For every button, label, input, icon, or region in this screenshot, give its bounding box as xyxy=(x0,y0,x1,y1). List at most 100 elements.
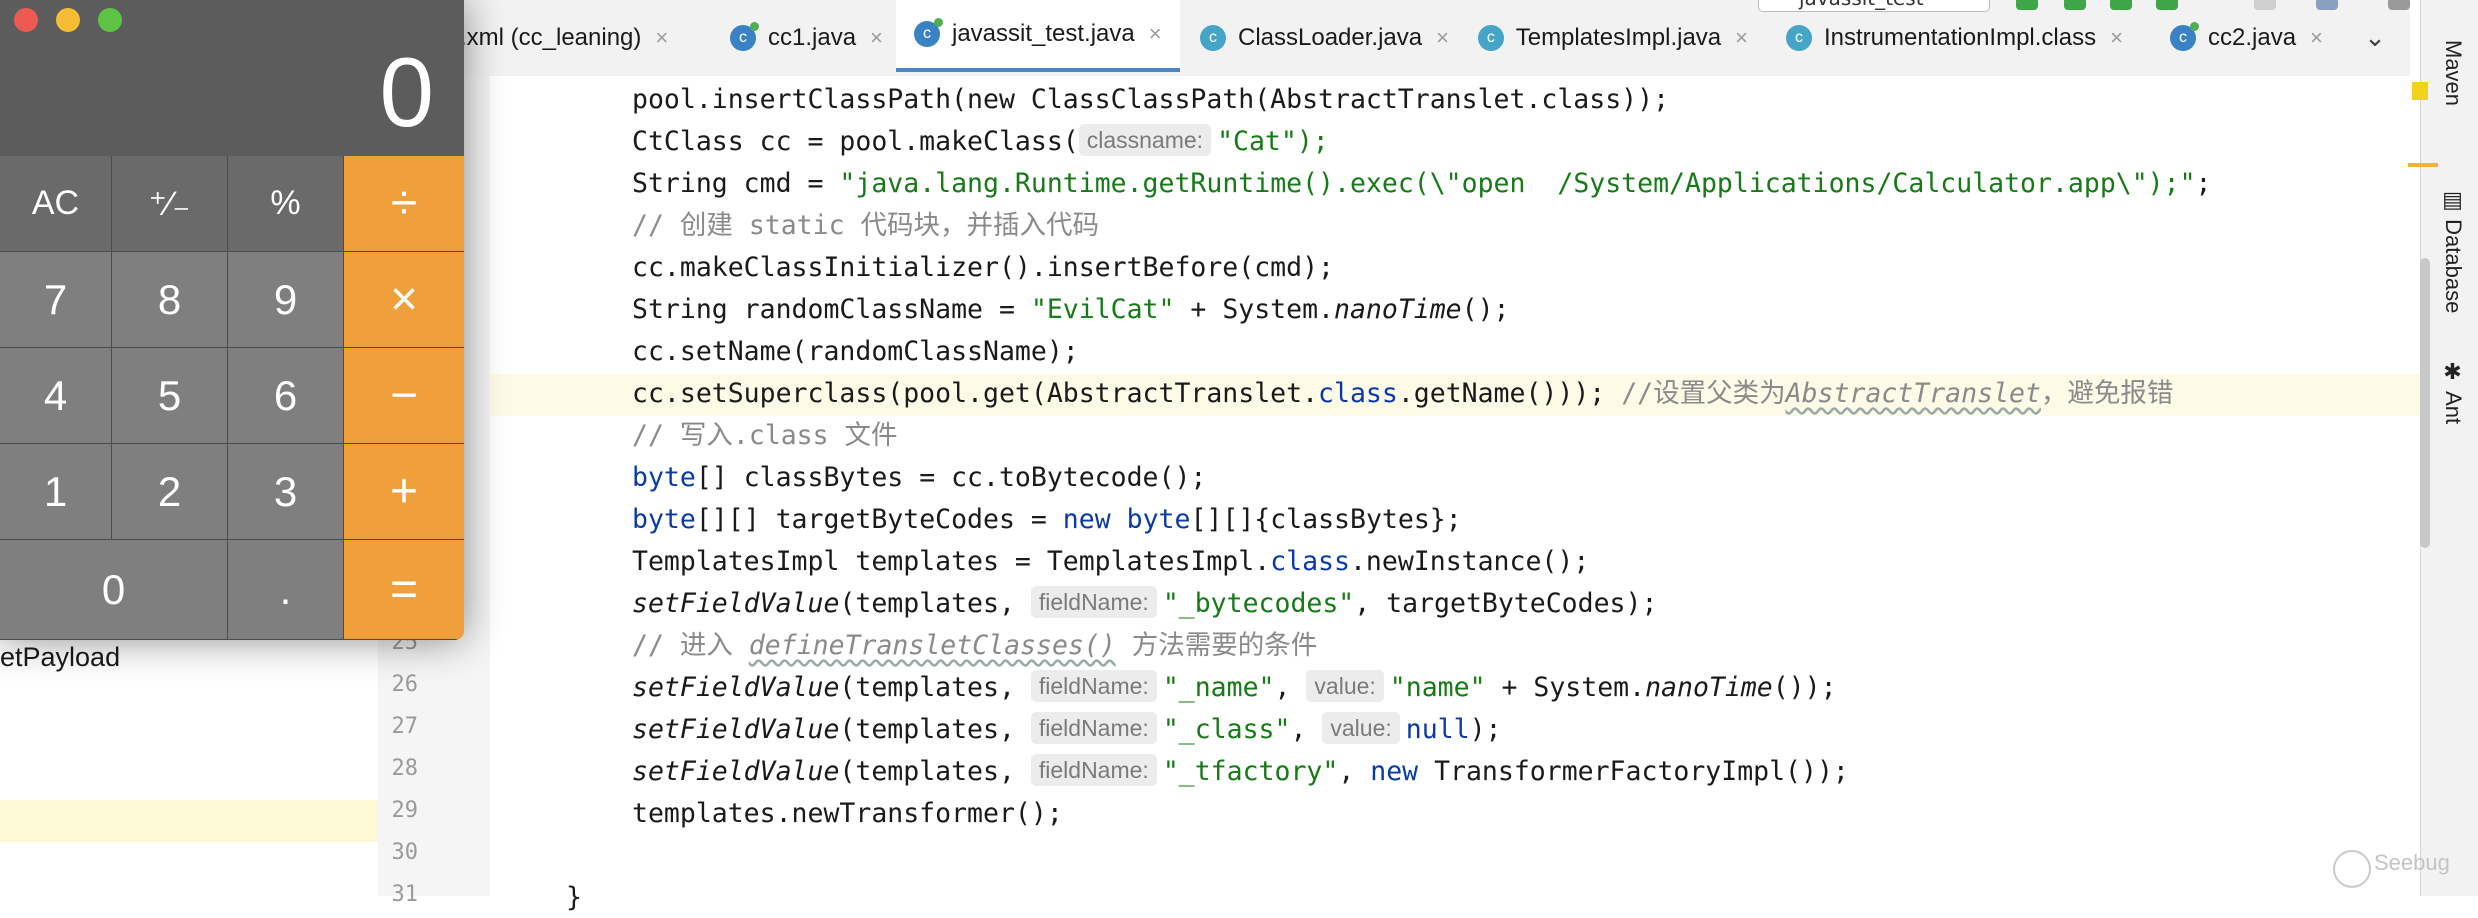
digit-3-key[interactable]: 3 xyxy=(228,444,344,540)
code-keyword: null xyxy=(1405,714,1470,745)
add-key[interactable]: + xyxy=(344,444,464,540)
digit-9-key[interactable]: 9 xyxy=(228,252,344,348)
digit-7-key[interactable]: 7 xyxy=(0,252,112,348)
code-line: setFieldValue(templates, fieldName: "_tfa… xyxy=(632,752,1849,792)
digit-5-key[interactable]: 5 xyxy=(112,348,228,444)
ant-icon: ✱ xyxy=(2441,360,2466,392)
close-window-button[interactable] xyxy=(14,8,38,32)
code-method: setFieldValue xyxy=(632,672,840,703)
tab-label: javassit_test.java xyxy=(952,20,1135,47)
code-string: "EvilCat" xyxy=(1030,294,1175,325)
tab-javassit-test-java[interactable]: c javassit_test.java × xyxy=(896,0,1180,72)
code-text: (templates, xyxy=(839,672,1031,703)
code-text: , targetByteCodes); xyxy=(1354,588,1658,619)
close-icon[interactable]: × xyxy=(1149,21,1162,47)
search-icon[interactable] xyxy=(2388,0,2410,10)
code-keyword: new xyxy=(1062,504,1111,535)
digit-0-key[interactable]: 0 xyxy=(0,540,228,640)
code-text: TransformerFactoryImpl()); xyxy=(1418,756,1849,787)
code-line: TemplatesImpl templates = TemplatesImpl.… xyxy=(632,542,1589,582)
digit-8-key[interactable]: 8 xyxy=(112,252,228,348)
code-text: , xyxy=(1290,714,1323,745)
editor-tab-bar: m.xml (cc_leaning) × c cc1.java × c java… xyxy=(440,0,2410,77)
project-tree-selected-row[interactable] xyxy=(0,800,378,842)
code-text: [][]{classBytes}; xyxy=(1190,504,1462,535)
code-line: cc.makeClassInitializer().insertBefore(c… xyxy=(632,248,1334,288)
code-string: "_bytecodes" xyxy=(1162,588,1355,619)
code-line: cc.setName(randomClassName); xyxy=(632,332,1079,372)
code-line: cc.setSuperclass(pool.get(AbstractTransl… xyxy=(632,374,2173,414)
code-text: templates.newTransformer(); xyxy=(632,798,1063,829)
close-icon[interactable]: × xyxy=(1735,25,1748,51)
code-method: setFieldValue xyxy=(632,714,840,745)
code-text: cc.setSuperclass(pool.get(AbstractTransl… xyxy=(632,378,1319,409)
code-text: CtClass cc = pool.makeClass( xyxy=(632,126,1079,157)
project-structure-icon[interactable] xyxy=(2316,0,2338,10)
divide-key[interactable]: ÷ xyxy=(344,156,464,252)
close-icon[interactable]: × xyxy=(1436,25,1449,51)
database-tool-button[interactable]: ▤ Database xyxy=(2440,188,2466,313)
code-line: setFieldValue(templates, fieldName: "_nam… xyxy=(632,668,1837,708)
line-number: 26 xyxy=(391,672,419,697)
code-text: } xyxy=(566,882,582,913)
compiled-class-icon: c xyxy=(1200,25,1226,51)
close-icon[interactable]: × xyxy=(2310,25,2323,51)
chevron-down-icon[interactable]: ⌄ xyxy=(2340,0,2410,76)
equals-key[interactable]: = xyxy=(344,540,464,640)
line-number: 29 xyxy=(391,798,419,823)
project-tree-item[interactable]: etPayload xyxy=(0,642,120,673)
inspection-status-marker[interactable] xyxy=(2412,82,2428,100)
zoom-window-button[interactable] xyxy=(98,8,122,32)
code-text: pool.insertClassPath(new ClassClassPath(… xyxy=(632,84,1670,115)
tab-cc1-java[interactable]: c cc1.java × xyxy=(730,0,896,76)
digit-6-key[interactable]: 6 xyxy=(228,348,344,444)
line-number: 28 xyxy=(391,756,419,781)
profile-icon[interactable] xyxy=(2156,0,2178,10)
code-method: setFieldValue xyxy=(632,756,840,787)
calculator-window[interactable]: 0 AC ⁺∕₋ % ÷ 7 8 9 × 4 5 6 − 1 2 3 + 0 .… xyxy=(0,0,464,640)
maven-tool-button[interactable]: Maven xyxy=(2440,40,2466,106)
code-text: (); xyxy=(1461,294,1510,325)
stop-icon[interactable] xyxy=(2254,0,2276,10)
decimal-key[interactable]: . xyxy=(228,540,344,640)
java-class-icon: c xyxy=(2170,22,2199,51)
plus-minus-key[interactable]: ⁺∕₋ xyxy=(112,156,228,252)
database-icon: ▤ xyxy=(2441,188,2466,220)
ant-tool-button[interactable]: ✱ Ant xyxy=(2440,360,2466,424)
code-text: ); xyxy=(1469,714,1502,745)
code-string: "_tfactory" xyxy=(1162,756,1339,787)
tab-classloader-java[interactable]: c ClassLoader.java × xyxy=(1200,0,1470,76)
code-text: TemplatesImpl templates = TemplatesImpl. xyxy=(632,546,1271,577)
code-text: String randomClassName = xyxy=(632,294,1031,325)
tab-cc2-java[interactable]: c cc2.java × xyxy=(2170,0,2340,76)
tab-label: ClassLoader.java xyxy=(1238,24,1423,51)
code-text: + System. xyxy=(1174,294,1334,325)
code-line: // 进入 defineTransletClasses() 方法需要的条件 xyxy=(632,626,1317,666)
run-configuration-select[interactable]: javassit_test xyxy=(1758,0,1990,12)
minimize-window-button[interactable] xyxy=(56,8,80,32)
close-icon[interactable]: × xyxy=(870,25,883,51)
close-icon[interactable]: × xyxy=(655,25,668,51)
percent-key[interactable]: % xyxy=(228,156,344,252)
editor-scrollbar[interactable] xyxy=(2420,258,2430,548)
code-string: "Cat"); xyxy=(1217,126,1329,157)
error-stripe-mark[interactable] xyxy=(2408,163,2438,167)
subtract-key[interactable]: − xyxy=(344,348,464,444)
tab-templatesimpl-java[interactable]: c TemplatesImpl.java × xyxy=(1478,0,1748,76)
run-icon[interactable] xyxy=(2016,0,2038,10)
digit-4-key[interactable]: 4 xyxy=(0,348,112,444)
code-text: (templates, xyxy=(839,588,1031,619)
parameter-hint: fieldName: xyxy=(1030,586,1157,618)
all-clear-key[interactable]: AC xyxy=(0,156,112,252)
multiply-key[interactable]: × xyxy=(344,252,464,348)
code-string: "java.lang.Runtime.getRuntime().exec(\"o… xyxy=(839,168,2196,199)
digit-2-key[interactable]: 2 xyxy=(112,444,228,540)
code-line: pool.insertClassPath(new ClassClassPath(… xyxy=(632,80,1669,120)
coverage-icon[interactable] xyxy=(2110,0,2132,10)
tab-pom-xml[interactable]: m.xml (cc_leaning) × xyxy=(440,0,668,76)
digit-1-key[interactable]: 1 xyxy=(0,444,112,540)
compiled-class-icon: c xyxy=(1786,25,1812,51)
debug-icon[interactable] xyxy=(2064,0,2086,10)
close-icon[interactable]: × xyxy=(2110,25,2123,51)
seebug-logo xyxy=(2333,850,2371,888)
